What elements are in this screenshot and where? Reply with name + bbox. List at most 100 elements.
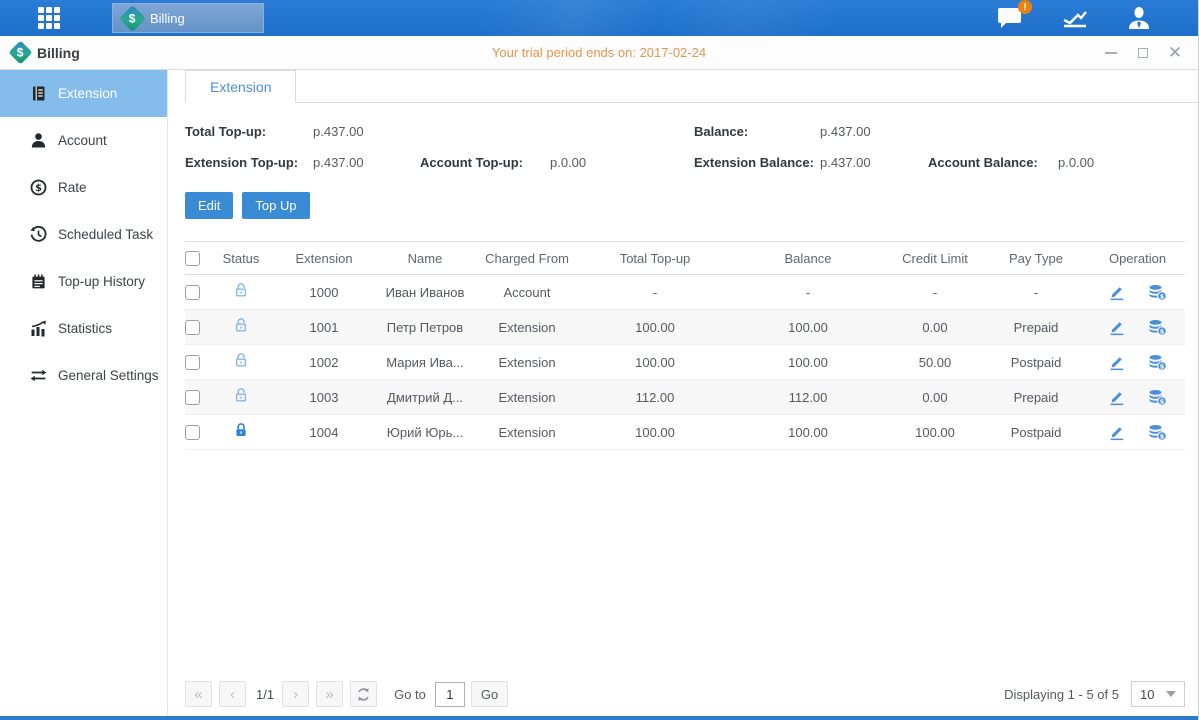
trial-notice: Your trial period ends on: 2017-02-24 <box>0 45 1198 60</box>
goto-page-input[interactable] <box>435 682 465 707</box>
balance-label: Balance: <box>694 116 820 147</box>
prev-page-button[interactable]: ‹ <box>219 681 246 707</box>
main-content: Extension Total Top-up: p.437.00 Balance… <box>168 70 1199 716</box>
table-row: 1004 Юрий Юрь... Extension 100.00 100.00… <box>185 415 1185 450</box>
sidebar-item-label: Account <box>58 133 107 148</box>
column-header: Status <box>212 242 270 275</box>
displaying-text: Displaying 1 - 5 of 5 <box>1004 687 1119 702</box>
billing-app-tab[interactable]: $ Billing <box>112 3 264 33</box>
sidebar-item-label: Extension <box>58 86 117 101</box>
extension-table: StatusExtensionNameCharged FromTotal Top… <box>185 241 1185 450</box>
cell-name: Юрий Юрь... <box>378 415 472 450</box>
row-checkbox[interactable] <box>185 320 200 335</box>
table-row: 1003 Дмитрий Д... Extension 112.00 112.0… <box>185 380 1185 415</box>
account-balance-value: p.0.00 <box>1058 147 1185 178</box>
account-balance-label: Account Balance: <box>928 147 1058 178</box>
edit-row-icon[interactable] <box>1108 389 1126 406</box>
maximize-button[interactable] <box>1136 46 1150 60</box>
topup-row-icon[interactable]: $ <box>1148 319 1167 336</box>
select-all-checkbox[interactable] <box>185 251 200 266</box>
row-checkbox[interactable] <box>185 355 200 370</box>
status-unlocked-icon <box>233 282 249 299</box>
svg-text:$: $ <box>1160 292 1165 300</box>
tab-extension[interactable]: Extension <box>185 70 296 103</box>
status-unlocked-icon <box>233 352 249 369</box>
cell-balance: 100.00 <box>728 310 888 345</box>
topup-button[interactable]: Top Up <box>242 192 309 219</box>
page-indicator: 1/1 <box>256 687 274 702</box>
sidebar-item-scheduled-task[interactable]: Scheduled Task <box>0 211 167 258</box>
row-checkbox[interactable] <box>185 425 200 440</box>
cell-balance: 100.00 <box>728 345 888 380</box>
cell-balance: 112.00 <box>728 380 888 415</box>
sidebar-item-account[interactable]: Account <box>0 117 167 164</box>
edit-button[interactable]: Edit <box>185 192 233 219</box>
extension-topup-value: p.437.00 <box>313 147 420 178</box>
edit-row-icon[interactable] <box>1108 354 1126 371</box>
cell-charged-from: Extension <box>472 310 582 345</box>
cell-pay-type: - <box>982 275 1090 310</box>
sidebar-item-general-settings[interactable]: General Settings <box>0 352 167 399</box>
topup-row-icon[interactable]: $ <box>1148 389 1167 406</box>
first-page-button[interactable]: « <box>185 681 212 707</box>
cell-extension: 1003 <box>270 380 378 415</box>
person-icon <box>30 132 47 149</box>
cell-credit-limit: 0.00 <box>888 380 982 415</box>
page-size-select[interactable]: 10 <box>1131 681 1185 707</box>
next-page-button[interactable]: › <box>282 681 309 707</box>
topup-row-icon[interactable]: $ <box>1148 354 1167 371</box>
sidebar-item-extension[interactable]: Extension <box>0 70 167 117</box>
cell-charged-from: Extension <box>472 380 582 415</box>
sidebar-item-label: Statistics <box>58 321 112 336</box>
cell-extension: 1002 <box>270 345 378 380</box>
cell-charged-from: Extension <box>472 415 582 450</box>
table-row: 1002 Мария Ива... Extension 100.00 100.0… <box>185 345 1185 380</box>
history-clock-icon <box>30 226 47 243</box>
last-page-button[interactable]: » <box>316 681 343 707</box>
sidebar-item-rate[interactable]: $ Rate <box>0 164 167 211</box>
statistics-chart-icon[interactable] <box>1061 6 1089 30</box>
cell-total-topup: 100.00 <box>582 310 728 345</box>
window-bottom-edge <box>0 716 1198 720</box>
edit-row-icon[interactable] <box>1108 319 1126 336</box>
minimize-button[interactable] <box>1104 46 1118 60</box>
topup-row-icon[interactable]: $ <box>1148 284 1167 301</box>
goto-label: Go to <box>394 687 426 702</box>
sidebar-item-statistics[interactable]: Statistics <box>0 305 167 352</box>
cell-credit-limit: - <box>888 275 982 310</box>
refresh-icon <box>356 687 371 702</box>
messages-icon[interactable]: ! <box>996 6 1024 30</box>
billing-window-icon: $ <box>8 40 32 64</box>
edit-row-icon[interactable] <box>1108 284 1126 301</box>
refresh-button[interactable] <box>350 681 377 707</box>
table-header-row: StatusExtensionNameCharged FromTotal Top… <box>185 242 1185 275</box>
table-row: 1001 Петр Петров Extension 100.00 100.00… <box>185 310 1185 345</box>
edit-row-icon[interactable] <box>1108 424 1126 441</box>
extension-balance-label: Extension Balance: <box>694 147 820 178</box>
status-unlocked-icon <box>233 387 249 404</box>
row-checkbox[interactable] <box>185 285 200 300</box>
extension-topup-label: Extension Top-up: <box>185 147 313 178</box>
svg-text:$: $ <box>1160 327 1165 335</box>
window-title: Billing <box>37 45 80 61</box>
ledger-icon <box>30 85 47 102</box>
status-locked-icon <box>233 422 249 439</box>
column-header: Total Top-up <box>582 242 728 275</box>
apps-grid-icon[interactable] <box>38 7 68 29</box>
page-size-value: 10 <box>1140 687 1154 702</box>
topup-row-icon[interactable]: $ <box>1148 424 1167 441</box>
cell-name: Мария Ива... <box>378 345 472 380</box>
cell-extension: 1004 <box>270 415 378 450</box>
close-button[interactable]: ✕ <box>1168 46 1182 60</box>
pagination-bar: « ‹ 1/1 › » Go to Go Displaying <box>185 681 1185 707</box>
go-button[interactable]: Go <box>471 681 508 707</box>
extension-table-body: 1000 Иван Иванов Account - - - - <box>185 275 1185 450</box>
user-account-icon[interactable] <box>1126 5 1152 31</box>
sliders-icon <box>30 367 47 384</box>
sidebar-item-topup-history[interactable]: Top-up History <box>0 258 167 305</box>
billing-app-icon: $ <box>119 5 146 32</box>
row-checkbox[interactable] <box>185 390 200 405</box>
table-row: 1000 Иван Иванов Account - - - - <box>185 275 1185 310</box>
cell-extension: 1001 <box>270 310 378 345</box>
cell-pay-type: Prepaid <box>982 380 1090 415</box>
